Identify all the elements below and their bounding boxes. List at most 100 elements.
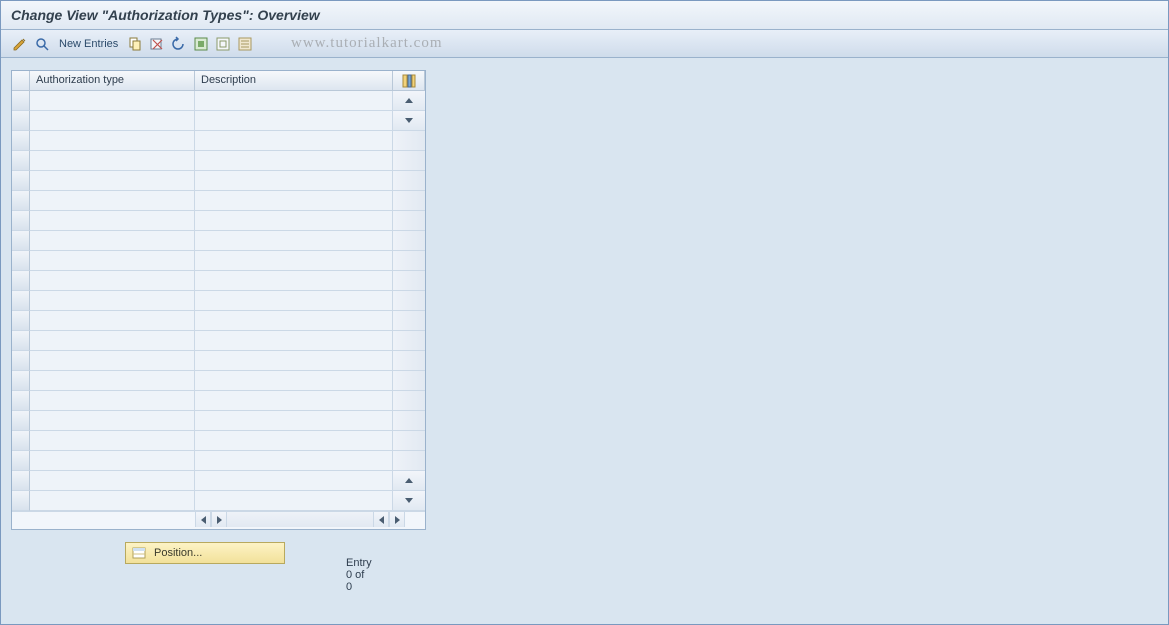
row-selector[interactable] bbox=[12, 271, 30, 291]
vscroll-track[interactable] bbox=[393, 211, 425, 231]
column-header-auth-type[interactable]: Authorization type bbox=[30, 71, 195, 91]
auth-type-cell[interactable] bbox=[30, 271, 195, 291]
row-selector[interactable] bbox=[12, 431, 30, 451]
vscroll-track[interactable] bbox=[393, 331, 425, 351]
description-cell[interactable] bbox=[195, 131, 393, 151]
description-cell[interactable] bbox=[195, 211, 393, 231]
undo-change-icon[interactable] bbox=[170, 35, 188, 53]
vscroll-track[interactable] bbox=[393, 251, 425, 271]
vscroll-track[interactable] bbox=[393, 411, 425, 431]
description-cell[interactable] bbox=[195, 91, 393, 111]
vscroll-track[interactable] bbox=[393, 451, 425, 471]
auth-type-cell[interactable] bbox=[30, 171, 195, 191]
vscroll-track[interactable] bbox=[393, 391, 425, 411]
auth-type-cell[interactable] bbox=[30, 431, 195, 451]
auth-type-cell[interactable] bbox=[30, 331, 195, 351]
vscroll-track[interactable] bbox=[393, 151, 425, 171]
description-cell[interactable] bbox=[195, 391, 393, 411]
copy-icon[interactable] bbox=[126, 35, 144, 53]
auth-type-cell[interactable] bbox=[30, 131, 195, 151]
description-cell[interactable] bbox=[195, 371, 393, 391]
vscroll-track[interactable] bbox=[393, 191, 425, 211]
row-selector-header[interactable] bbox=[12, 71, 30, 91]
row-selector[interactable] bbox=[12, 311, 30, 331]
configure-icon[interactable] bbox=[236, 35, 254, 53]
row-selector[interactable] bbox=[12, 351, 30, 371]
select-all-icon[interactable] bbox=[192, 35, 210, 53]
auth-type-cell[interactable] bbox=[30, 251, 195, 271]
vscroll-track[interactable] bbox=[393, 351, 425, 371]
row-selector[interactable] bbox=[12, 411, 30, 431]
auth-type-cell[interactable] bbox=[30, 471, 195, 491]
deselect-all-icon[interactable] bbox=[214, 35, 232, 53]
auth-type-cell[interactable] bbox=[30, 211, 195, 231]
column-header-description[interactable]: Description bbox=[195, 71, 393, 91]
row-selector[interactable] bbox=[12, 231, 30, 251]
auth-type-cell[interactable] bbox=[30, 311, 195, 331]
row-selector[interactable] bbox=[12, 371, 30, 391]
row-selector[interactable] bbox=[12, 151, 30, 171]
row-selector[interactable] bbox=[12, 331, 30, 351]
vscroll-track[interactable] bbox=[393, 131, 425, 151]
position-button[interactable]: Position... bbox=[125, 542, 285, 564]
details-icon[interactable] bbox=[33, 35, 51, 53]
hscroll-left-button[interactable] bbox=[195, 512, 211, 527]
description-cell[interactable] bbox=[195, 351, 393, 371]
auth-type-cell[interactable] bbox=[30, 151, 195, 171]
auth-type-cell[interactable] bbox=[30, 111, 195, 131]
row-selector[interactable] bbox=[12, 191, 30, 211]
auth-type-cell[interactable] bbox=[30, 91, 195, 111]
row-selector[interactable] bbox=[12, 131, 30, 151]
hscroll-right2-button[interactable] bbox=[389, 512, 405, 527]
hscroll-left2-button[interactable] bbox=[373, 512, 389, 527]
delete-icon[interactable] bbox=[148, 35, 166, 53]
description-cell[interactable] bbox=[195, 491, 393, 511]
table-settings-button[interactable] bbox=[393, 71, 425, 91]
description-cell[interactable] bbox=[195, 151, 393, 171]
auth-type-cell[interactable] bbox=[30, 291, 195, 311]
description-cell[interactable] bbox=[195, 451, 393, 471]
auth-type-cell[interactable] bbox=[30, 391, 195, 411]
description-cell[interactable] bbox=[195, 191, 393, 211]
description-cell[interactable] bbox=[195, 111, 393, 131]
vscroll-down2-button[interactable] bbox=[393, 491, 425, 511]
row-selector[interactable] bbox=[12, 91, 30, 111]
description-cell[interactable] bbox=[195, 171, 393, 191]
vscroll-up-button[interactable] bbox=[393, 91, 425, 111]
toggle-display-change-icon[interactable] bbox=[11, 35, 29, 53]
auth-type-cell[interactable] bbox=[30, 491, 195, 511]
row-selector[interactable] bbox=[12, 491, 30, 511]
vscroll-track[interactable] bbox=[393, 431, 425, 451]
vscroll-track[interactable] bbox=[393, 291, 425, 311]
description-cell[interactable] bbox=[195, 411, 393, 431]
hscroll-track[interactable] bbox=[227, 512, 373, 527]
description-cell[interactable] bbox=[195, 271, 393, 291]
vscroll-track[interactable] bbox=[393, 171, 425, 191]
vscroll-track[interactable] bbox=[393, 271, 425, 291]
description-cell[interactable] bbox=[195, 291, 393, 311]
auth-type-cell[interactable] bbox=[30, 231, 195, 251]
description-cell[interactable] bbox=[195, 231, 393, 251]
auth-type-cell[interactable] bbox=[30, 351, 195, 371]
description-cell[interactable] bbox=[195, 251, 393, 271]
description-cell[interactable] bbox=[195, 471, 393, 491]
row-selector[interactable] bbox=[12, 471, 30, 491]
auth-type-cell[interactable] bbox=[30, 451, 195, 471]
auth-type-cell[interactable] bbox=[30, 371, 195, 391]
row-selector[interactable] bbox=[12, 451, 30, 471]
vscroll-up2-button[interactable] bbox=[393, 471, 425, 491]
row-selector[interactable] bbox=[12, 211, 30, 231]
description-cell[interactable] bbox=[195, 431, 393, 451]
description-cell[interactable] bbox=[195, 311, 393, 331]
vscroll-track[interactable] bbox=[393, 231, 425, 251]
vscroll-track[interactable] bbox=[393, 311, 425, 331]
row-selector[interactable] bbox=[12, 171, 30, 191]
vscroll-track[interactable] bbox=[393, 371, 425, 391]
vscroll-down-button[interactable] bbox=[393, 111, 425, 131]
row-selector[interactable] bbox=[12, 291, 30, 311]
row-selector[interactable] bbox=[12, 251, 30, 271]
new-entries-button[interactable]: New Entries bbox=[55, 37, 122, 51]
description-cell[interactable] bbox=[195, 331, 393, 351]
row-selector[interactable] bbox=[12, 391, 30, 411]
row-selector[interactable] bbox=[12, 111, 30, 131]
